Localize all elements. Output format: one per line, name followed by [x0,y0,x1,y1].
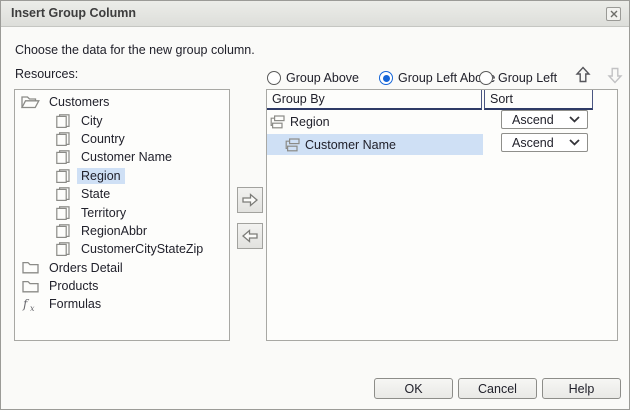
radio-group-above[interactable]: Group Above [267,69,359,87]
group-icon [285,138,301,152]
group-row-label: Customer Name [305,138,396,152]
field-icon [56,169,70,183]
add-button[interactable] [237,187,263,213]
tree-item-territory[interactable]: Territory [15,203,229,221]
sort-select-region[interactable]: Ascend [501,110,588,129]
help-button[interactable]: Help [542,378,621,399]
tree-item-label: Orders Detail [45,260,127,276]
radio-button-icon [379,71,393,85]
move-down-button[interactable] [607,65,627,85]
tree-item-orders-detail[interactable]: Orders Detail [15,259,229,277]
tree-item-label: Products [45,278,102,294]
tree-item-customers[interactable]: Customers [15,93,229,111]
ok-button[interactable]: OK [374,378,453,399]
radio-button-icon [479,71,493,85]
tree-item-formulas[interactable]: fx Formulas [15,295,229,313]
svg-text:f: f [22,297,30,311]
group-by-header: Group By [267,90,482,110]
tree-item-label: City [77,113,107,129]
insert-group-column-dialog: Insert Group Column Choose the data for … [0,0,630,410]
field-icon [56,132,70,146]
chevron-down-icon [569,116,580,123]
arrow-right-icon [241,193,259,207]
instruction-text: Choose the data for the new group column… [15,43,255,57]
tree-item-state[interactable]: State [15,185,229,203]
group-row-label: Region [290,115,330,129]
radio-group-left-above[interactable]: Group Left Above [379,69,495,87]
tree-item-customercitystatezip[interactable]: CustomerCityStateZip [15,240,229,258]
fx-icon: fx [20,297,40,312]
folder-open-icon [20,95,40,109]
group-row-region[interactable]: Region [267,111,483,132]
group-icon [270,115,286,129]
remove-button[interactable] [237,223,263,249]
close-button[interactable] [606,7,621,21]
tree-item-products[interactable]: Products [15,277,229,295]
field-icon [56,224,70,238]
sort-value: Ascend [512,113,554,127]
field-icon [56,114,70,128]
radio-button-icon [267,71,281,85]
folder-icon [20,280,40,293]
field-icon [56,187,70,201]
arrow-up-icon [575,66,595,84]
arrow-left-icon [241,229,259,243]
tree-item-country[interactable]: Country [15,130,229,148]
move-up-button[interactable] [575,65,595,85]
tree-item-label: Territory [77,205,130,221]
tree-item-label: Customer Name [77,149,176,165]
sort-select-customer-name[interactable]: Ascend [501,133,588,152]
group-row-customer-name[interactable]: Customer Name [267,134,483,155]
tree-item-label: Region [77,168,125,184]
tree-item-regionabbr[interactable]: RegionAbbr [15,222,229,240]
tree-item-label: Customers [45,94,113,110]
tree-item-city[interactable]: City [15,111,229,129]
resources-tree: Customers City Country Customer Name Region S… [14,89,230,341]
tree-item-label: Country [77,131,129,147]
tree-item-label: Formulas [45,296,105,312]
sort-header: Sort [484,90,593,110]
tree-item-customer-name[interactable]: Customer Name [15,148,229,166]
cancel-button[interactable]: Cancel [458,378,537,399]
field-icon [56,150,70,164]
sort-value: Ascend [512,136,554,150]
field-icon [56,242,70,256]
radio-label: Group Left [498,71,557,85]
resources-label: Resources: [15,67,78,81]
tree-item-label: CustomerCityStateZip [77,241,207,257]
dialog-titlebar: Insert Group Column [1,1,629,27]
group-by-panel: Group By Sort Region Ascend Customer Name A… [266,89,618,341]
arrow-down-icon [607,66,627,84]
radio-label: Group Above [286,71,359,85]
tree-item-label: State [77,186,114,202]
chevron-down-icon [569,139,580,146]
field-icon [56,206,70,220]
svg-text:x: x [30,304,35,312]
tree-item-region[interactable]: Region [15,167,229,185]
dialog-title: Insert Group Column [11,6,136,20]
folder-icon [20,261,40,274]
close-icon [610,10,618,18]
tree-item-label: RegionAbbr [77,223,151,239]
radio-group-left[interactable]: Group Left [479,69,557,87]
